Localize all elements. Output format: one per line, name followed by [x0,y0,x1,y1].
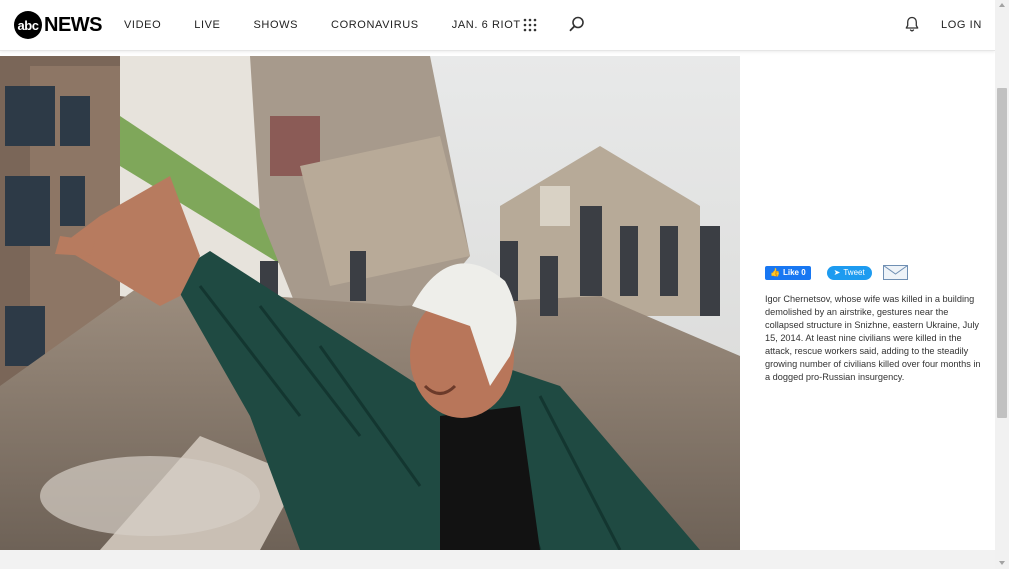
like-label: Like 0 [782,267,806,277]
nav-shows[interactable]: SHOWS [253,19,298,31]
page-scrollbar[interactable] [995,0,1009,569]
logo-word: NEWS [44,13,103,36]
nav-jan6-riot[interactable]: JAN. 6 RIOT [452,19,521,31]
facebook-like-button[interactable]: 👍 Like 0 [765,265,811,280]
article-photo[interactable] [0,56,740,550]
mail-icon[interactable] [882,265,908,280]
tweet-button[interactable]: ➤ Tweet [826,265,872,280]
photo-caption: Igor Chernetsov, whose wife was killed i… [765,294,981,382]
site-header: abc NEWS VIDEO LIVE SHOWS CORONAVIRUS JA… [0,0,995,51]
scroll-thumb[interactable] [997,88,1007,418]
nav-video[interactable]: VIDEO [124,19,161,31]
scroll-up-arrow-icon[interactable] [999,3,1005,7]
grid-icon[interactable] [523,18,537,32]
abc-logo-mark: abc [14,11,42,39]
abc-news-logo[interactable]: abc NEWS [14,11,103,39]
facebook-thumb-icon: 👍 [770,267,780,277]
nav-live[interactable]: LIVE [194,19,220,31]
tweet-label: Tweet [843,267,865,277]
photo-image [0,56,740,550]
scroll-down-arrow-icon[interactable] [999,561,1005,565]
bottom-strip [0,550,995,569]
twitter-bird-icon: ➤ [833,267,841,277]
share-bar: 👍 Like 0 ➤ Tweet [765,265,908,280]
nav-coronavirus[interactable]: CORONAVIRUS [331,19,419,31]
main-nav: VIDEO LIVE SHOWS CORONAVIRUS JAN. 6 RIOT [124,0,554,50]
search-icon[interactable] [569,16,585,32]
bell-icon[interactable] [904,16,920,32]
log-in-link[interactable]: LOG IN [941,19,982,31]
